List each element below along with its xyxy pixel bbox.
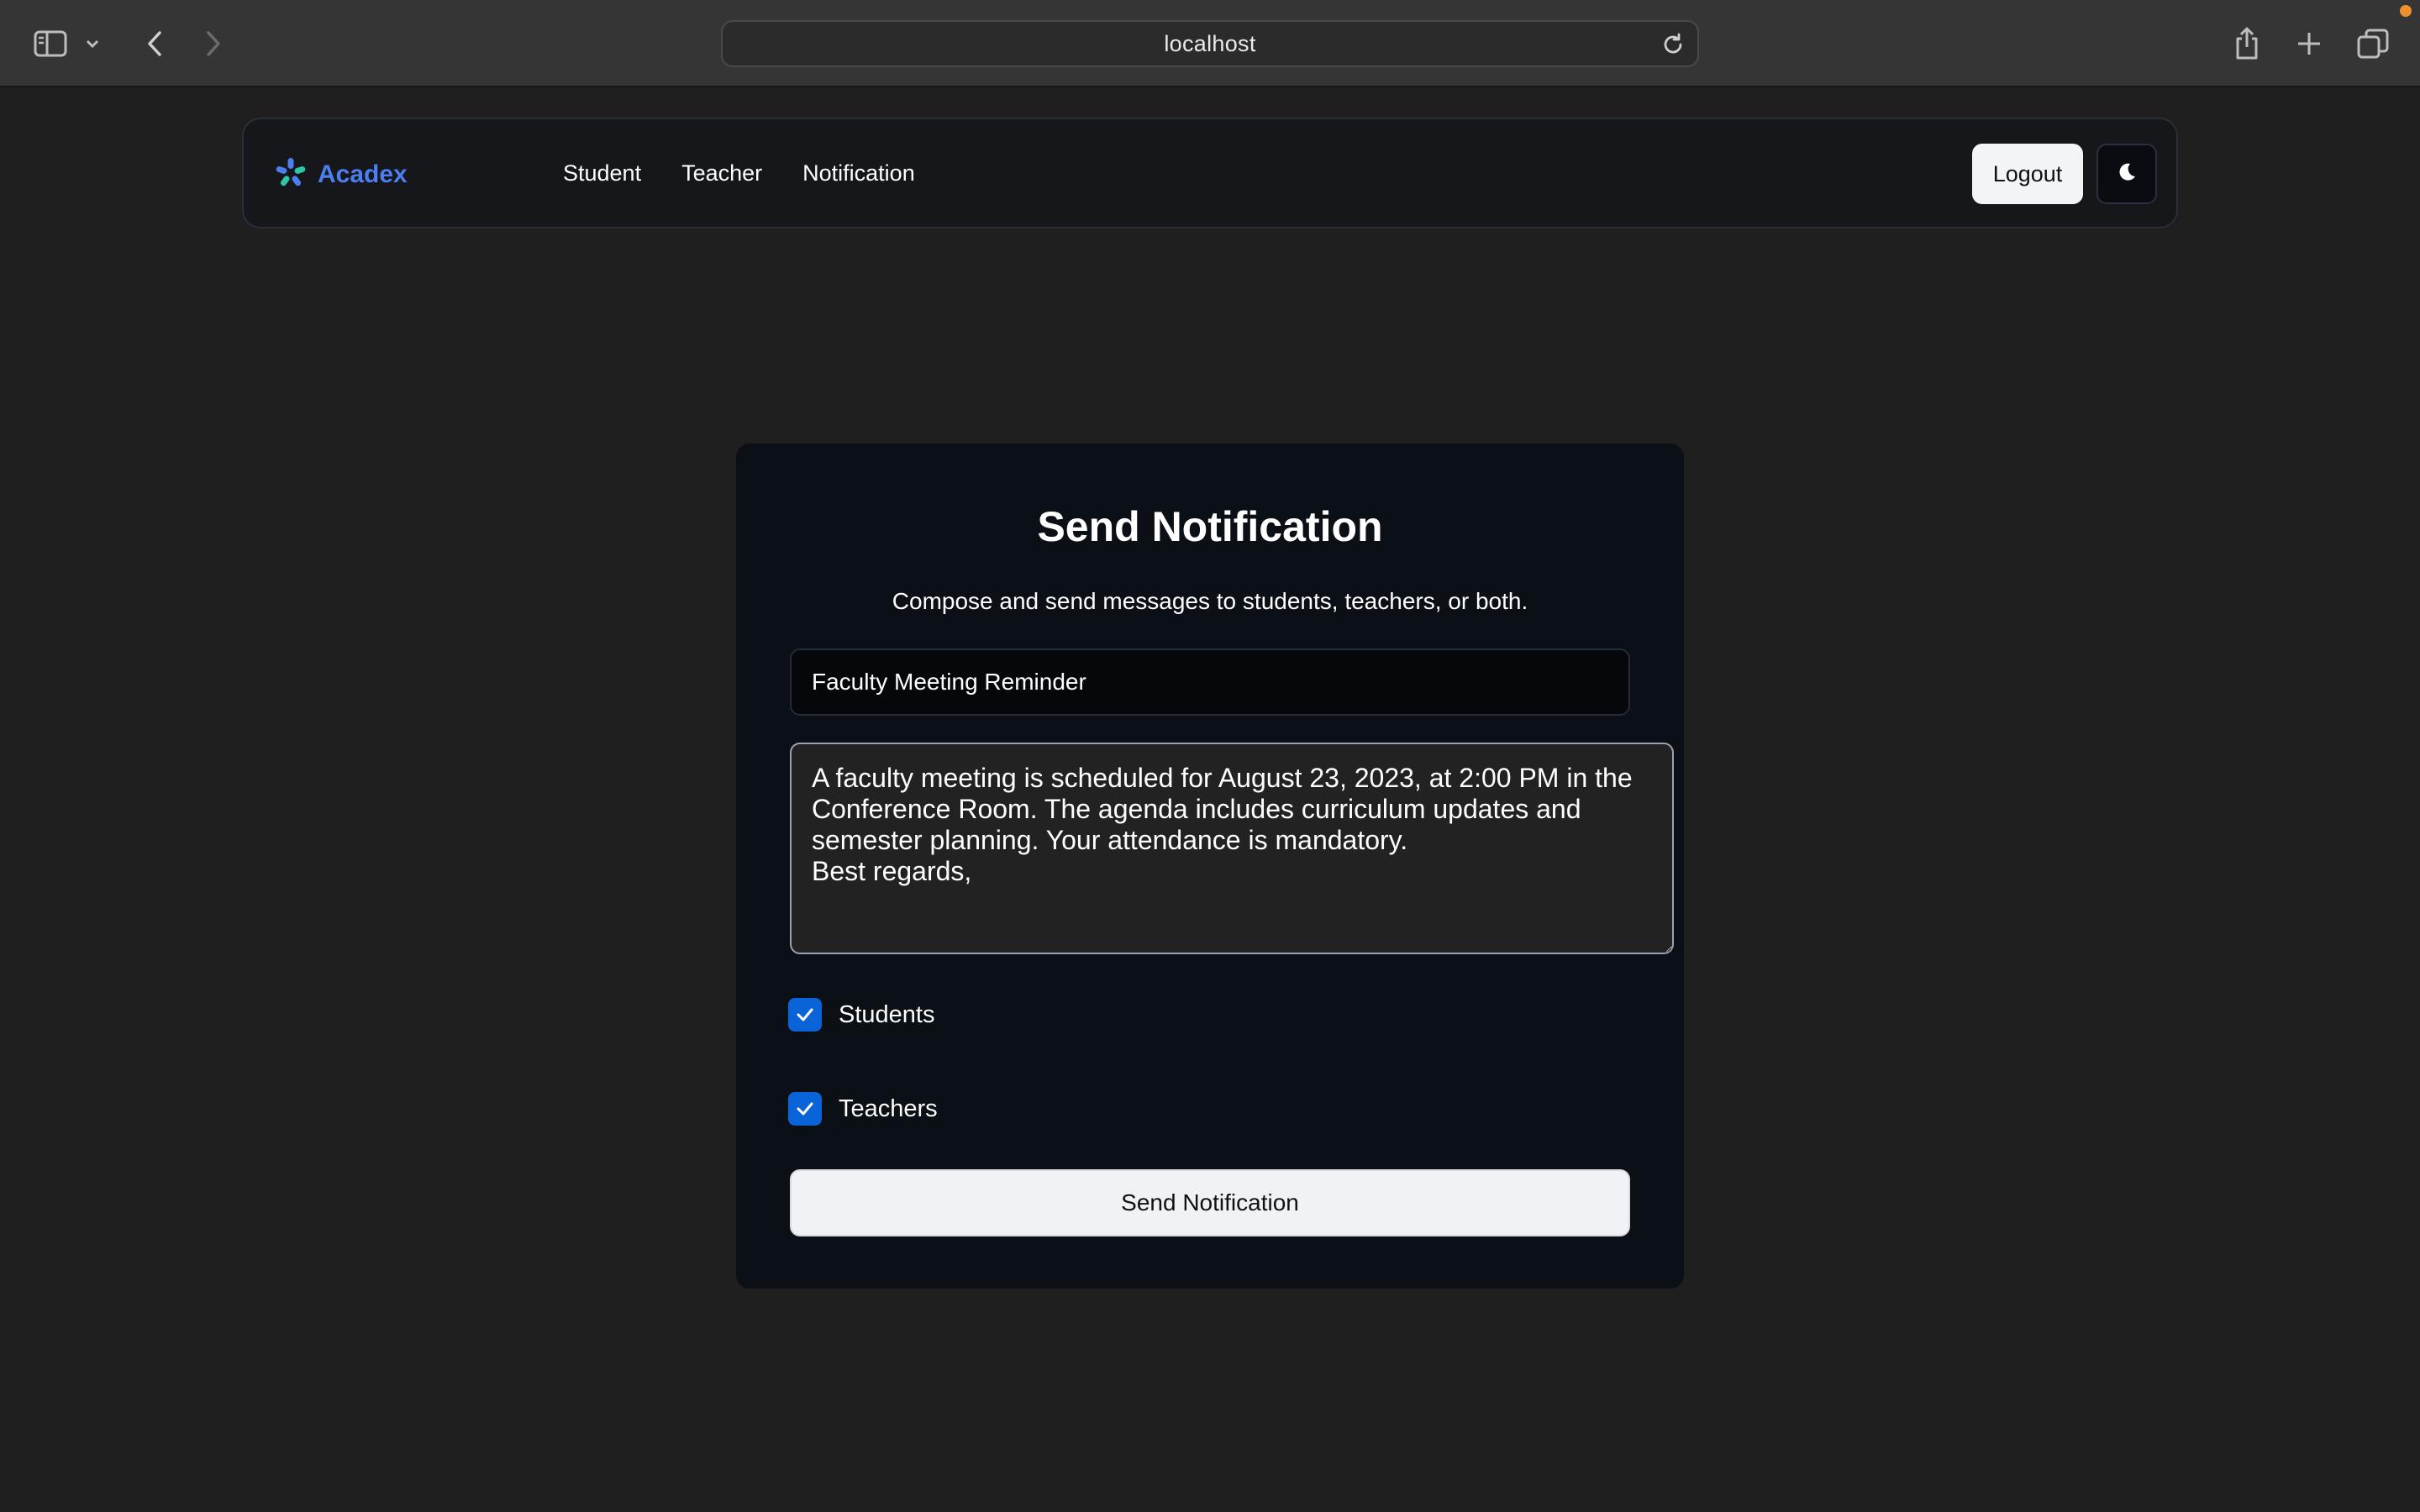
message-textarea[interactable]: A faculty meeting is scheduled for Augus…	[790, 743, 1674, 954]
teachers-label: Teachers	[839, 1095, 938, 1122]
address-bar[interactable]: localhost	[721, 20, 1699, 67]
nav-links: Student Teacher Notification	[563, 119, 915, 227]
sidebar-icon[interactable]	[27, 20, 74, 67]
check-icon	[797, 1102, 813, 1116]
notification-dot	[2400, 5, 2412, 17]
notification-card: Send Notification Compose and send messa…	[736, 444, 1684, 1289]
theme-toggle-button[interactable]	[2096, 144, 2157, 204]
page-title: Send Notification	[1037, 503, 1383, 550]
check-icon	[797, 1008, 813, 1021]
page-subtitle: Compose and send messages to students, t…	[892, 588, 1528, 614]
recipient-students-option[interactable]: Students	[788, 996, 934, 1033]
moon-icon	[2116, 161, 2138, 187]
brand-name: Acadex	[318, 160, 408, 188]
brand[interactable]: Acadex	[274, 155, 408, 195]
nav-link-notification[interactable]: Notification	[802, 160, 915, 186]
site-navbar: Acadex Student Teacher Notification Logo…	[242, 118, 2178, 228]
reload-icon[interactable]	[1659, 30, 1687, 59]
new-tab-icon[interactable]	[2286, 20, 2333, 67]
logo-icon	[274, 156, 308, 194]
nav-link-teacher[interactable]: Teacher	[681, 160, 762, 186]
students-label: Students	[839, 1000, 935, 1028]
students-checkbox[interactable]	[788, 998, 822, 1032]
browser-toolbar: localhost	[0, 0, 2420, 87]
back-icon[interactable]	[131, 20, 178, 67]
send-notification-button[interactable]: Send Notification	[790, 1169, 1630, 1236]
logout-button[interactable]: Logout	[1972, 144, 2083, 204]
chevron-down-icon[interactable]	[76, 20, 109, 67]
nav-link-student[interactable]: Student	[563, 160, 641, 186]
forward-icon[interactable]	[190, 20, 237, 67]
teachers-checkbox[interactable]	[788, 1092, 822, 1126]
subject-input[interactable]	[790, 648, 1630, 716]
recipient-teachers-option[interactable]: Teachers	[788, 1090, 938, 1127]
tabs-overview-icon[interactable]	[2349, 20, 2396, 67]
url-text: localhost	[1164, 30, 1256, 56]
share-icon[interactable]	[2223, 20, 2270, 67]
